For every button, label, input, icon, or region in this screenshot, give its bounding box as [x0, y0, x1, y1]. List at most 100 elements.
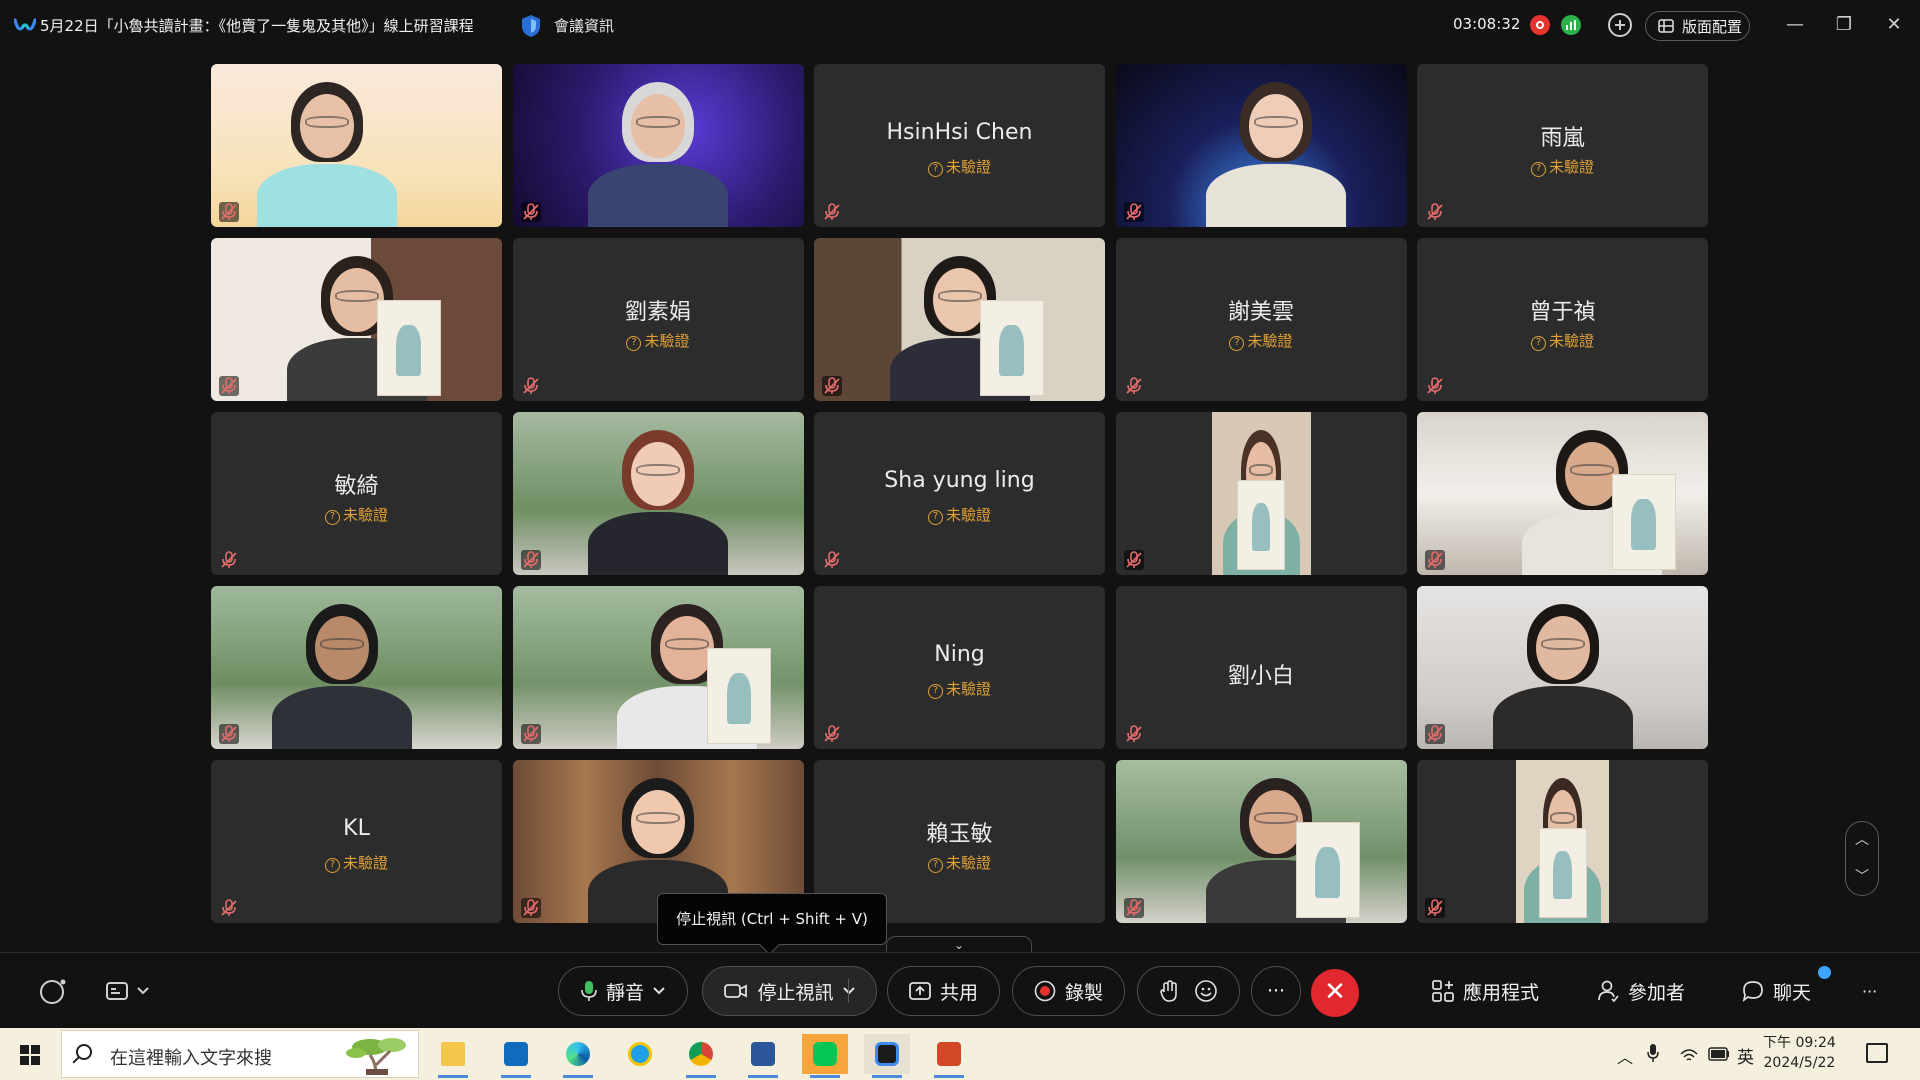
muted-microphone-icon [1124, 376, 1144, 396]
video-tile[interactable] [512, 586, 804, 749]
shield-icon[interactable] [520, 14, 542, 38]
overflow-menu-button[interactable]: ··· [1862, 966, 1877, 1016]
windows-start-icon[interactable] [20, 1045, 40, 1065]
edge-app[interactable] [555, 1034, 601, 1078]
video-tile[interactable] [211, 586, 502, 749]
participant-tile[interactable]: 曾于禎? 未驗證 [1417, 238, 1708, 401]
unverified-label: 未驗證 [644, 332, 690, 350]
participant-video [1417, 760, 1708, 923]
video-tile[interactable] [814, 238, 1105, 401]
zoom-in-icon[interactable] [1608, 13, 1632, 37]
scroll-up-icon[interactable]: ︿ [1846, 822, 1878, 859]
scroll-down-icon[interactable]: ﹀ [1846, 859, 1878, 896]
record-icon [1034, 980, 1056, 1002]
video-tile[interactable] [211, 64, 502, 227]
video-tile[interactable] [512, 64, 804, 227]
record-button[interactable]: 錄製 [1012, 966, 1125, 1016]
taskbar-clock[interactable]: 下午 09:24 2024/5/22 [1763, 1033, 1836, 1073]
microphone-tray-icon[interactable] [1647, 1043, 1659, 1063]
powerpoint-app[interactable] [926, 1034, 972, 1078]
participant-tile[interactable]: 劉素娟? 未驗證 [512, 238, 804, 401]
unverified-badge: ? 未驗證 [513, 330, 804, 351]
windows-taskbar: 在這裡輸入文字來搜 ︿ 英 下午 09:24 2024/5/22 [0, 1028, 1920, 1080]
question-circle-icon: ? [1229, 336, 1245, 351]
chat-label: 聊天 [1773, 981, 1812, 1004]
chat-button[interactable]: 聊天 [1742, 966, 1811, 1016]
meeting-info-link[interactable]: 會議資訊 [554, 15, 614, 36]
stop-video-tooltip: 停止視訊 (Ctrl + Shift + V) [657, 893, 887, 945]
end-call-button[interactable]: ✕ [1311, 969, 1359, 1017]
search-placeholder: 在這裡輸入文字來搜 [110, 1048, 272, 1069]
participant-video [512, 412, 804, 575]
notification-center-icon[interactable] [1866, 1043, 1888, 1063]
stop-video-button[interactable]: 停止視訊 [702, 966, 877, 1016]
participant-tile[interactable]: 謝美雲? 未驗證 [1115, 238, 1407, 401]
share-button[interactable]: 共用 [887, 966, 1000, 1016]
taskbar-search-box[interactable]: 在這裡輸入文字來搜 [61, 1030, 419, 1078]
clock-date: 2024/5/22 [1763, 1055, 1836, 1071]
video-tile[interactable] [512, 412, 804, 575]
participants-button[interactable]: 參加者 [1597, 966, 1685, 1016]
participant-tile[interactable]: Ning? 未驗證 [814, 586, 1105, 749]
video-tile[interactable] [1417, 586, 1708, 749]
webex-app[interactable] [864, 1034, 910, 1078]
meeting-title: 5月22日「小魯共讀計畫：《他賣了一隻鬼及其他》」線上研習課程 [40, 17, 474, 35]
grid-scroll-control[interactable]: ︿ ﹀ [1845, 821, 1879, 896]
unverified-badge: ? 未驗證 [1116, 330, 1407, 351]
participant-tile[interactable]: Sha yung ling? 未驗證 [814, 412, 1105, 575]
restore-button[interactable]: ❐ [1831, 12, 1857, 38]
word-app[interactable] [740, 1034, 786, 1078]
outlook-app[interactable] [493, 1034, 539, 1078]
close-window-button[interactable]: ✕ [1881, 12, 1907, 38]
more-options-button[interactable]: ··· [1251, 966, 1301, 1016]
network-stats-icon[interactable] [1561, 15, 1581, 35]
participant-video [211, 238, 502, 401]
mute-button[interactable]: 靜音 [558, 966, 688, 1016]
layout-button[interactable]: 版面配置 [1645, 11, 1750, 41]
line-app[interactable] [802, 1034, 848, 1078]
input-method-indicator[interactable]: 英 [1737, 1043, 1754, 1068]
participant-tile[interactable]: 敏綺? 未驗證 [211, 412, 502, 575]
search-highlight-bonsai-icon [346, 1038, 406, 1075]
reactions-status-button[interactable] [38, 966, 68, 1016]
muted-microphone-icon [822, 376, 842, 396]
muted-microphone-icon [1425, 898, 1445, 918]
captions-button[interactable] [106, 966, 149, 1016]
participant-tile[interactable]: 劉小白 [1115, 586, 1407, 749]
share-screen-icon [909, 982, 931, 1000]
participant-tile[interactable]: KL? 未驗證 [211, 760, 502, 923]
video-tile[interactable] [1417, 412, 1708, 575]
video-tile[interactable] [1115, 760, 1407, 923]
outlook-icon [504, 1042, 528, 1066]
unverified-label: 未驗證 [342, 854, 388, 872]
internet-explorer-app[interactable] [617, 1034, 663, 1074]
chat-notification-badge [1818, 966, 1831, 979]
battery-icon[interactable] [1708, 1047, 1730, 1061]
participant-tile[interactable]: 雨嵐? 未驗證 [1417, 64, 1708, 227]
video-tile[interactable] [1115, 412, 1407, 575]
chrome-app[interactable] [678, 1034, 724, 1078]
muted-microphone-icon [822, 724, 842, 744]
reactions-button[interactable] [1137, 966, 1240, 1016]
unverified-label: 未驗證 [945, 854, 991, 872]
file-explorer-app[interactable] [430, 1034, 476, 1078]
video-tile[interactable] [211, 238, 502, 401]
video-tile[interactable] [1115, 64, 1407, 227]
apps-button[interactable]: 應用程式 [1432, 966, 1539, 1016]
wifi-icon[interactable] [1679, 1045, 1699, 1063]
clock-time: 下午 09:24 [1763, 1035, 1836, 1051]
video-tile[interactable] [1417, 760, 1708, 923]
question-circle-icon: ? [1530, 162, 1546, 177]
recording-indicator-icon[interactable] [1530, 15, 1550, 35]
show-hidden-icons-icon[interactable]: ︿ [1617, 1044, 1633, 1068]
muted-microphone-icon [822, 202, 842, 222]
muted-microphone-icon [520, 898, 541, 918]
participant-video [1115, 412, 1407, 575]
participant-name: Sha yung ling [884, 468, 1035, 493]
unverified-label: 未驗證 [945, 158, 991, 176]
minimize-button[interactable]: — [1782, 12, 1808, 38]
muted-microphone-icon [1123, 202, 1144, 222]
participant-video [1115, 760, 1407, 923]
participant-tile[interactable]: HsinHsi Chen? 未驗證 [814, 64, 1105, 227]
muted-microphone-icon [520, 550, 541, 570]
